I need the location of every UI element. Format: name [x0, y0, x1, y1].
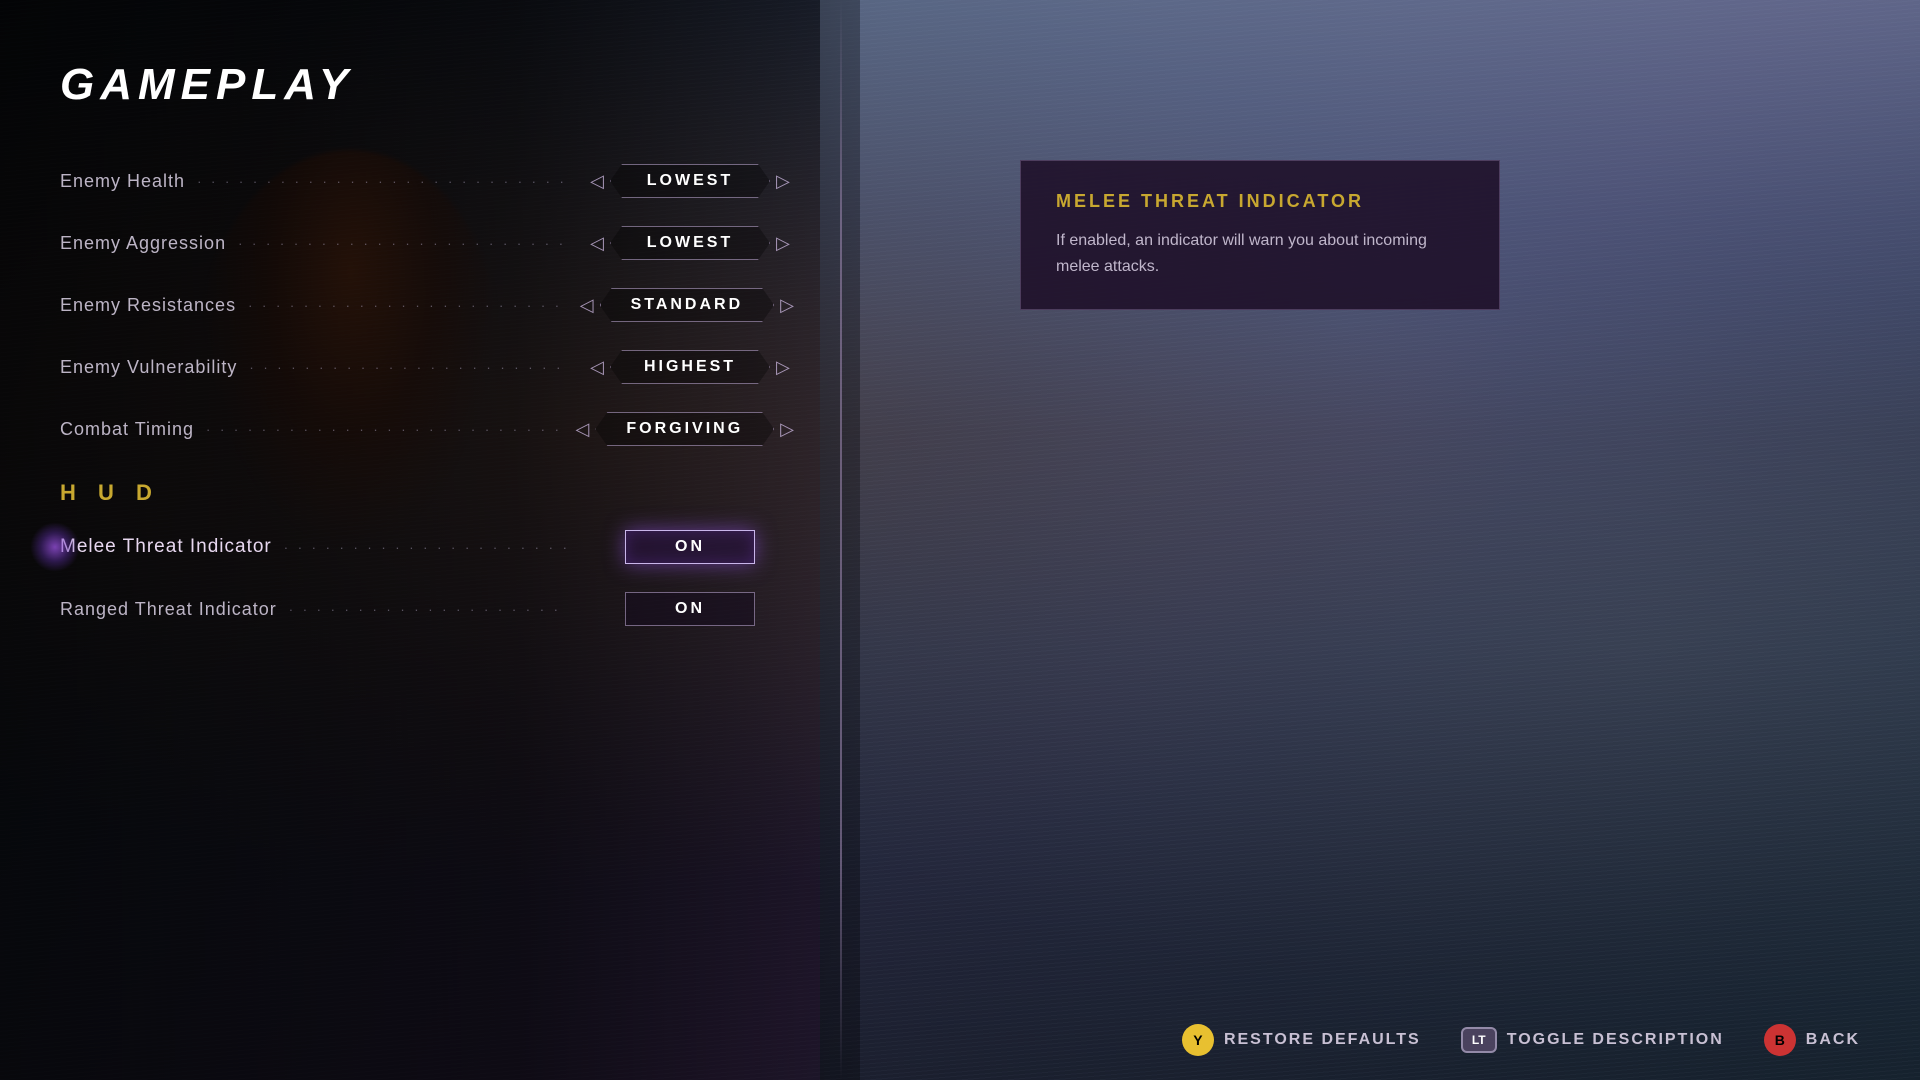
arrow-left-enemy-resistances[interactable]: ◁ [580, 295, 594, 316]
action-back[interactable]: B BACK [1764, 1024, 1860, 1056]
hud-section-header: H U D [60, 460, 800, 516]
value-box-enemy-aggression: LOWEST [610, 226, 770, 260]
right-panel: MELEE THREAT INDICATOR If enabled, an in… [860, 0, 1920, 1080]
arrow-left-enemy-vulnerability[interactable]: ◁ [590, 357, 604, 378]
arrow-right-enemy-vulnerability[interactable]: ▷ [776, 357, 790, 378]
value-box-enemy-health: LOWEST [610, 164, 770, 198]
toggle-description-label: TOGGLE DESCRIPTION [1507, 1031, 1724, 1049]
arrow-right-enemy-resistances[interactable]: ▷ [780, 295, 794, 316]
setting-row-enemy-vulnerability[interactable]: Enemy Vulnerability ◁ HIGHEST ▷ [60, 336, 800, 398]
setting-row-enemy-resistances[interactable]: Enemy Resistances ◁ STANDARD ▷ [60, 274, 800, 336]
badge-y-restore: Y [1182, 1024, 1214, 1056]
toggle-box-melee-threat[interactable]: ON [625, 530, 755, 564]
back-label: BACK [1806, 1031, 1860, 1049]
description-box: MELEE THREAT INDICATOR If enabled, an in… [1020, 160, 1500, 310]
settings-list: Enemy Health ◁ LOWEST ▷ Enemy Aggression… [60, 150, 800, 1000]
badge-lt-toggle: LT [1461, 1027, 1497, 1053]
dots-enemy-aggression [238, 236, 568, 251]
value-selector-enemy-resistances[interactable]: ◁ STANDARD ▷ [574, 288, 800, 322]
value-selector-melee-threat[interactable]: ON [580, 530, 800, 564]
value-selector-combat-timing[interactable]: ◁ FORGIVING ▷ [570, 412, 800, 446]
arrow-left-enemy-aggression[interactable]: ◁ [590, 233, 604, 254]
badge-b-back: B [1764, 1024, 1796, 1056]
dots-ranged-threat [289, 602, 568, 617]
setting-row-melee-threat[interactable]: Melee Threat Indicator ON [60, 516, 800, 578]
value-selector-enemy-vulnerability[interactable]: ◁ HIGHEST ▷ [580, 350, 800, 384]
value-selector-enemy-health[interactable]: ◁ LOWEST ▷ [580, 164, 800, 198]
setting-label-enemy-aggression: Enemy Aggression [60, 233, 226, 254]
toggle-box-ranged-threat[interactable]: ON [625, 592, 755, 626]
dots-combat-timing [206, 422, 557, 437]
description-title: MELEE THREAT INDICATOR [1056, 191, 1464, 212]
setting-row-combat-timing[interactable]: Combat Timing ◁ FORGIVING ▷ [60, 398, 800, 460]
setting-label-enemy-resistances: Enemy Resistances [60, 295, 236, 316]
arrow-right-combat-timing[interactable]: ▷ [780, 419, 794, 440]
arrow-left-enemy-health[interactable]: ◁ [590, 171, 604, 192]
dots-enemy-vulnerability [249, 360, 568, 375]
dots-enemy-health [197, 174, 568, 189]
setting-label-melee-threat: Melee Threat Indicator [60, 536, 272, 558]
value-box-enemy-vulnerability: HIGHEST [610, 350, 770, 384]
value-box-combat-timing: FORGIVING [595, 412, 774, 446]
dots-enemy-resistances [248, 298, 562, 313]
value-box-enemy-resistances: STANDARD [600, 288, 775, 322]
setting-label-combat-timing: Combat Timing [60, 419, 194, 440]
main-content: GAMEPLAY Enemy Health ◁ LOWEST ▷ Enemy A… [0, 0, 1920, 1080]
dots-melee-threat [284, 540, 568, 555]
bottom-bar: Y RESTORE DEFAULTS LT TOGGLE DESCRIPTION… [0, 1000, 1920, 1080]
setting-label-enemy-health: Enemy Health [60, 171, 185, 192]
action-restore-defaults[interactable]: Y RESTORE DEFAULTS [1182, 1024, 1421, 1056]
value-selector-ranged-threat[interactable]: ON [580, 592, 800, 626]
setting-row-ranged-threat[interactable]: Ranged Threat Indicator ON [60, 578, 800, 640]
arrow-left-combat-timing[interactable]: ◁ [576, 419, 590, 440]
arrow-right-enemy-health[interactable]: ▷ [776, 171, 790, 192]
left-panel: GAMEPLAY Enemy Health ◁ LOWEST ▷ Enemy A… [0, 0, 860, 1080]
page-title: GAMEPLAY [60, 60, 800, 110]
setting-label-enemy-vulnerability: Enemy Vulnerability [60, 357, 237, 378]
value-selector-enemy-aggression[interactable]: ◁ LOWEST ▷ [580, 226, 800, 260]
arrow-right-enemy-aggression[interactable]: ▷ [776, 233, 790, 254]
description-text: If enabled, an indicator will warn you a… [1056, 228, 1464, 279]
setting-row-enemy-aggression[interactable]: Enemy Aggression ◁ LOWEST ▷ [60, 212, 800, 274]
setting-row-enemy-health[interactable]: Enemy Health ◁ LOWEST ▷ [60, 150, 800, 212]
action-toggle-description[interactable]: LT TOGGLE DESCRIPTION [1461, 1027, 1724, 1053]
setting-label-ranged-threat: Ranged Threat Indicator [60, 599, 277, 620]
restore-defaults-label: RESTORE DEFAULTS [1224, 1031, 1421, 1049]
